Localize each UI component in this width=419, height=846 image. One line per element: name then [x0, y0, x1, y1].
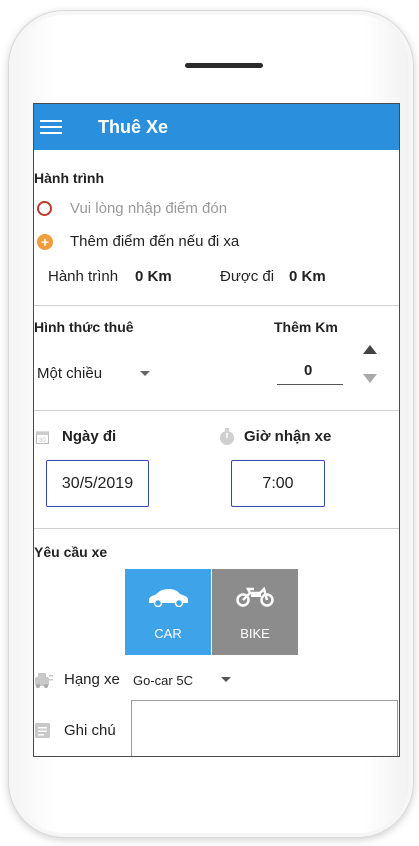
- car-class-select[interactable]: Go-car 5C: [133, 673, 193, 688]
- departure-date-field[interactable]: 30/5/2019: [46, 460, 149, 507]
- bike-option-label: BIKE: [240, 626, 270, 641]
- svg-text:30: 30: [39, 438, 46, 444]
- chevron-down-icon[interactable]: [221, 677, 231, 683]
- car-class-label: Hạng xe: [64, 671, 120, 688]
- pickup-marker-icon: [37, 201, 52, 216]
- note-label: Ghi chú: [64, 722, 116, 739]
- car-option-button[interactable]: CAR: [125, 569, 211, 655]
- stopwatch-icon: [220, 428, 234, 445]
- rental-type-select[interactable]: Một chiều: [37, 365, 102, 382]
- phone-speaker: [185, 63, 263, 68]
- extra-km-underline: [277, 384, 343, 385]
- app-screen: Thuê Xe Hành trình Vui lòng nhập điểm đó…: [33, 103, 400, 757]
- divider: [34, 528, 399, 529]
- app-bar: Thuê Xe: [34, 104, 399, 150]
- increment-arrow-icon[interactable]: [363, 345, 377, 354]
- extra-km-title: Thêm Km: [274, 319, 338, 335]
- bike-option-button[interactable]: BIKE: [212, 569, 298, 655]
- journey-section-title: Hành trình: [34, 170, 104, 186]
- pickup-time-label: Giờ nhận xe: [244, 428, 332, 445]
- hamburger-menu-icon[interactable]: [40, 120, 62, 134]
- vehicle-request-section-title: Yêu cầu xe: [34, 544, 108, 560]
- car-option-label: CAR: [154, 626, 182, 641]
- divider: [34, 305, 399, 306]
- car-icon: [149, 589, 188, 607]
- distance-label: Hành trình: [48, 268, 119, 285]
- note-input[interactable]: [131, 700, 398, 756]
- car-class-icon: [35, 673, 53, 688]
- add-destination-icon[interactable]: +: [37, 234, 53, 250]
- extra-km-input[interactable]: 0: [304, 362, 312, 379]
- departure-date-label: Ngày đi: [62, 428, 117, 445]
- chevron-down-icon[interactable]: [140, 371, 150, 377]
- app-title: Thuê Xe: [98, 116, 169, 137]
- allowed-distance-value: 0 Km: [289, 268, 326, 285]
- pickup-time-field[interactable]: 7:00: [231, 460, 325, 507]
- calendar-icon: 30: [36, 431, 49, 444]
- rental-type-section-title: Hình thức thuê: [34, 319, 134, 335]
- distance-value: 0 Km: [135, 268, 172, 285]
- pickup-input[interactable]: Vui lòng nhập điểm đón: [70, 200, 227, 217]
- note-icon: [35, 723, 50, 738]
- motorbike-icon: [236, 587, 274, 607]
- allowed-distance-label: Được đi: [220, 268, 275, 285]
- divider: [34, 410, 399, 411]
- decrement-arrow-icon[interactable]: [363, 374, 377, 383]
- add-destination-button[interactable]: Thêm điểm đến nếu đi xa: [70, 233, 239, 250]
